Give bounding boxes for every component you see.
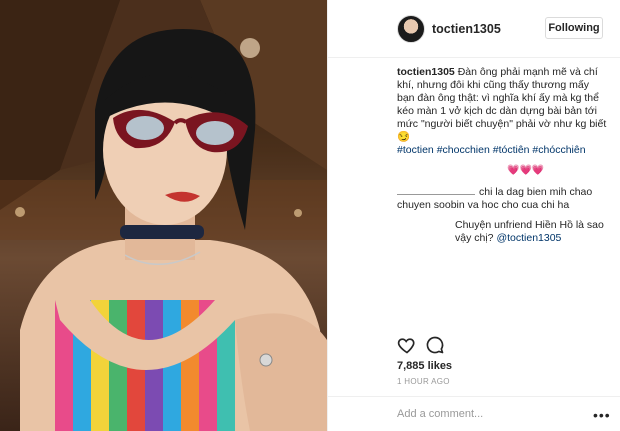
caption-hashtags[interactable]: #toctien #chocchien #tóctiên #chócchiên (397, 144, 586, 156)
add-comment-input[interactable] (397, 405, 587, 423)
post-header: toctien1305 Following (328, 0, 620, 58)
selfie-illustration (0, 0, 327, 431)
hearts-emoji: 💗💗💗 (507, 165, 545, 176)
comments-list: toctien1305 Đàn ông phải mạnh mẽ và chí … (397, 66, 609, 252)
comment-hearts: 💗💗💗 (397, 164, 609, 177)
comment-username-redacted (397, 184, 475, 195)
heart-icon[interactable] (397, 335, 417, 355)
likes-count[interactable]: 7,885 likes (397, 360, 452, 372)
comment-bubble-icon[interactable] (425, 335, 445, 355)
comment-item: chi la dag bien mih chao chuyen soobin v… (397, 184, 609, 212)
avatar[interactable] (397, 15, 425, 43)
following-button[interactable]: Following (545, 17, 603, 39)
header-username[interactable]: toctien1305 (432, 22, 501, 36)
comment-item: Chuyện unfriend Hiền Hồ là sao vậy chị? … (397, 219, 609, 245)
post-side-panel: toctien1305 Following toctien1305 Đàn ôn… (327, 0, 620, 431)
caption: toctien1305 Đàn ông phải mạnh mẽ và chí … (397, 66, 609, 157)
comment-mention[interactable]: @toctien1305 (496, 232, 561, 244)
post-timestamp[interactable]: 1 HOUR AGO (397, 377, 450, 386)
more-options-icon[interactable]: ••• (593, 407, 611, 423)
add-comment-section: ••• (328, 396, 620, 431)
instagram-post: toctien1305 Following toctien1305 Đàn ôn… (0, 0, 620, 431)
post-photo[interactable] (0, 0, 327, 431)
caption-username[interactable]: toctien1305 (397, 66, 455, 78)
